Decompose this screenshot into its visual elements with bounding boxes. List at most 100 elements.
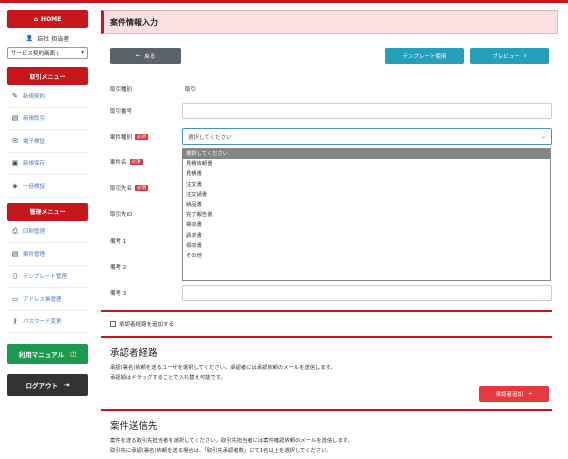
address-book-icon: ▭ xyxy=(11,294,19,303)
preview-button[interactable]: プレビュー ⌕ xyxy=(470,48,549,64)
sidebar-item-label: 新規契約 xyxy=(23,93,46,100)
home-label: HOME xyxy=(41,15,62,23)
approval-checkbox[interactable] xyxy=(110,321,116,327)
send-section-title: 案件送信先 xyxy=(110,421,158,432)
dropdown-option[interactable]: 注文請書 xyxy=(183,190,550,200)
file-icon: ▯ xyxy=(13,272,17,281)
anken-shubetsu-select[interactable]: 選択してください ⌄ xyxy=(182,128,552,145)
manual-button[interactable]: 利用マニュアル ◫ xyxy=(7,344,88,364)
torihiki-bango-input[interactable] xyxy=(182,103,552,119)
dropdown-option[interactable]: 領収書 xyxy=(183,241,550,251)
anken-shubetsu-dropdown: 選択してください 見積依頼書 見積書 注文書 注文請書 納品書 完了報告書 検収… xyxy=(182,148,551,281)
dropdown-option[interactable]: 請求書 xyxy=(183,231,550,241)
torihikisaki-mei-label: 取引先名 必須 xyxy=(110,184,149,192)
label-text: 備考 3 xyxy=(110,291,127,297)
sidebar-item-e-verify[interactable]: ✉ 電子検証 xyxy=(7,130,88,153)
biko1-label: 備考 1 xyxy=(110,237,126,245)
add-approver-button[interactable]: 承認者追加 + xyxy=(479,386,549,402)
approval-desc-line2: 承認順はドラッグすることで入れ替え可能です。 xyxy=(110,375,226,381)
sidebar-item-print-mgmt[interactable]: ⎙ 印刷管理 xyxy=(7,221,88,243)
user-name: 自社 担当者 xyxy=(37,35,70,43)
approval-checkbox-row[interactable]: 承認者経路を追加する xyxy=(110,320,174,328)
sidebar-item-label: 案件管理 xyxy=(23,251,46,258)
arrow-left-icon: ← xyxy=(135,53,141,59)
sidebar-item-label: テンプレート管理 xyxy=(23,274,67,281)
dropdown-option[interactable]: 納品書 xyxy=(183,200,550,210)
biko2-label: 備考 2 xyxy=(110,263,126,271)
section-divider xyxy=(101,336,552,338)
document-icon: ▤ xyxy=(11,114,19,123)
sidebar-item-new-contract[interactable]: ✎ 新規契約 xyxy=(7,85,88,108)
torihiki-menu-header: 取引メニュー xyxy=(7,67,88,85)
home-button[interactable]: ⌂ HOME xyxy=(7,10,88,28)
manual-label: 利用マニュアル xyxy=(18,351,65,359)
logout-icon: ⇥ xyxy=(64,381,70,389)
sidebar-item-label: 新規取引 xyxy=(23,116,46,123)
label-text: 取引先名 xyxy=(110,186,133,192)
anken-mei-label: 案件名 必須 xyxy=(110,158,143,166)
kanri-menu-header: 管理メニュー xyxy=(7,202,88,221)
dropdown-option[interactable]: 完了報告書 xyxy=(183,210,550,220)
logout-label: ログアウト xyxy=(25,382,59,390)
label-text: 備考 1 xyxy=(110,239,127,245)
book-icon: ◫ xyxy=(70,350,77,358)
key-icon: ⚷ xyxy=(12,317,18,326)
label-text: 案件種別 xyxy=(110,135,133,141)
label-text: 取引種別 xyxy=(110,87,133,93)
sidebar-item-label: 新規保存 xyxy=(23,161,46,168)
dropdown-option[interactable]: 選択してください xyxy=(183,149,550,160)
section-divider xyxy=(101,310,552,312)
sidebar-item-new-deal[interactable]: ▤ 新規取引 xyxy=(7,108,88,130)
sidebar-item-label: パスワード変更 xyxy=(23,319,62,326)
dropdown-option[interactable]: 注文書 xyxy=(183,180,550,190)
label-text: 案件名 xyxy=(110,160,127,166)
plus-icon: + xyxy=(527,391,533,397)
sidebar-item-address-book[interactable]: ▭ アドレス帳管理 xyxy=(7,288,88,311)
user-info: 👤 自社 担当者 xyxy=(7,30,88,46)
required-badge: 必須 xyxy=(135,134,149,140)
dropdown-option[interactable]: 見積依頼書 xyxy=(183,159,550,169)
stamp-icon: ✉ xyxy=(12,136,18,145)
home-icon: ⌂ xyxy=(33,15,39,23)
label-text: 取引番号 xyxy=(110,109,133,115)
sidebar-item-bulk-verify[interactable]: ◈ 一括検証 xyxy=(7,175,88,198)
dropdown-option[interactable]: その他 xyxy=(183,251,550,261)
biko3-label: 備考 3 xyxy=(110,289,126,297)
sidebar-item-new-save[interactable]: ▣ 新規保存 xyxy=(7,153,88,175)
template-button[interactable]: テンプレート使用 xyxy=(385,48,464,64)
send-desc-line2: 取引先に承認(署名)依頼を送る場合は、「取引先承認者数」にて1名以上を選択してく… xyxy=(110,448,332,454)
biko3-input[interactable] xyxy=(182,285,552,301)
sidebar-item-password[interactable]: ⚷ パスワード変更 xyxy=(7,311,88,333)
back-label: 戻る xyxy=(144,54,156,60)
top-accent-bar xyxy=(0,0,568,3)
required-badge: 必須 xyxy=(129,159,143,165)
sidebar-item-label: 印刷管理 xyxy=(23,229,46,236)
stack-icon: ◈ xyxy=(12,181,18,190)
search-icon: ⌕ xyxy=(523,52,527,59)
print-icon: ⎙ xyxy=(12,226,18,235)
torihiki-shubetsu-label: 取引種別 xyxy=(110,85,132,93)
sidebar-item-template-mgmt[interactable]: ▯ テンプレート管理 xyxy=(7,266,88,288)
dropdown-option[interactable]: 検収書 xyxy=(183,220,550,230)
chevron-down-icon: ⌄ xyxy=(541,133,546,140)
back-button[interactable]: ← 戻る xyxy=(110,48,181,64)
logout-button[interactable]: ログアウト ⇥ xyxy=(7,374,88,396)
sidebar-item-case-mgmt[interactable]: ▤ 案件管理 xyxy=(7,243,88,266)
torihiki-bango-label: 取引番号 xyxy=(110,107,132,115)
service-select-value: サービス契約画面 ( xyxy=(11,51,59,57)
sidebar-item-label: 電子検証 xyxy=(23,138,46,145)
service-select[interactable]: サービス契約画面 ( ▾ xyxy=(7,47,88,59)
chevron-down-icon: ▾ xyxy=(81,50,84,56)
approval-description: 承認(署名)依頼を送るユーザを選択してください。承認者には承認依頼のメールを送信… xyxy=(110,363,550,383)
approval-checkbox-label: 承認者経路を追加する xyxy=(119,322,175,328)
dropdown-option[interactable]: 見積書 xyxy=(183,169,550,179)
torihikisaki-id-label: 取引先ID xyxy=(110,210,132,218)
required-badge: 必須 xyxy=(135,185,149,191)
preview-label: プレビュー xyxy=(492,54,520,60)
page-title: 案件情報入力 xyxy=(101,10,558,34)
save-icon: ▣ xyxy=(11,159,19,168)
sidebar: ⌂ HOME 👤 自社 担当者 サービス契約画面 ( ▾ 取引メニュー ✎ 新規… xyxy=(7,10,88,396)
pencil-icon: ✎ xyxy=(12,91,18,100)
sidebar-item-label: アドレス帳管理 xyxy=(23,296,62,303)
add-approver-label: 承認者追加 xyxy=(495,392,523,398)
